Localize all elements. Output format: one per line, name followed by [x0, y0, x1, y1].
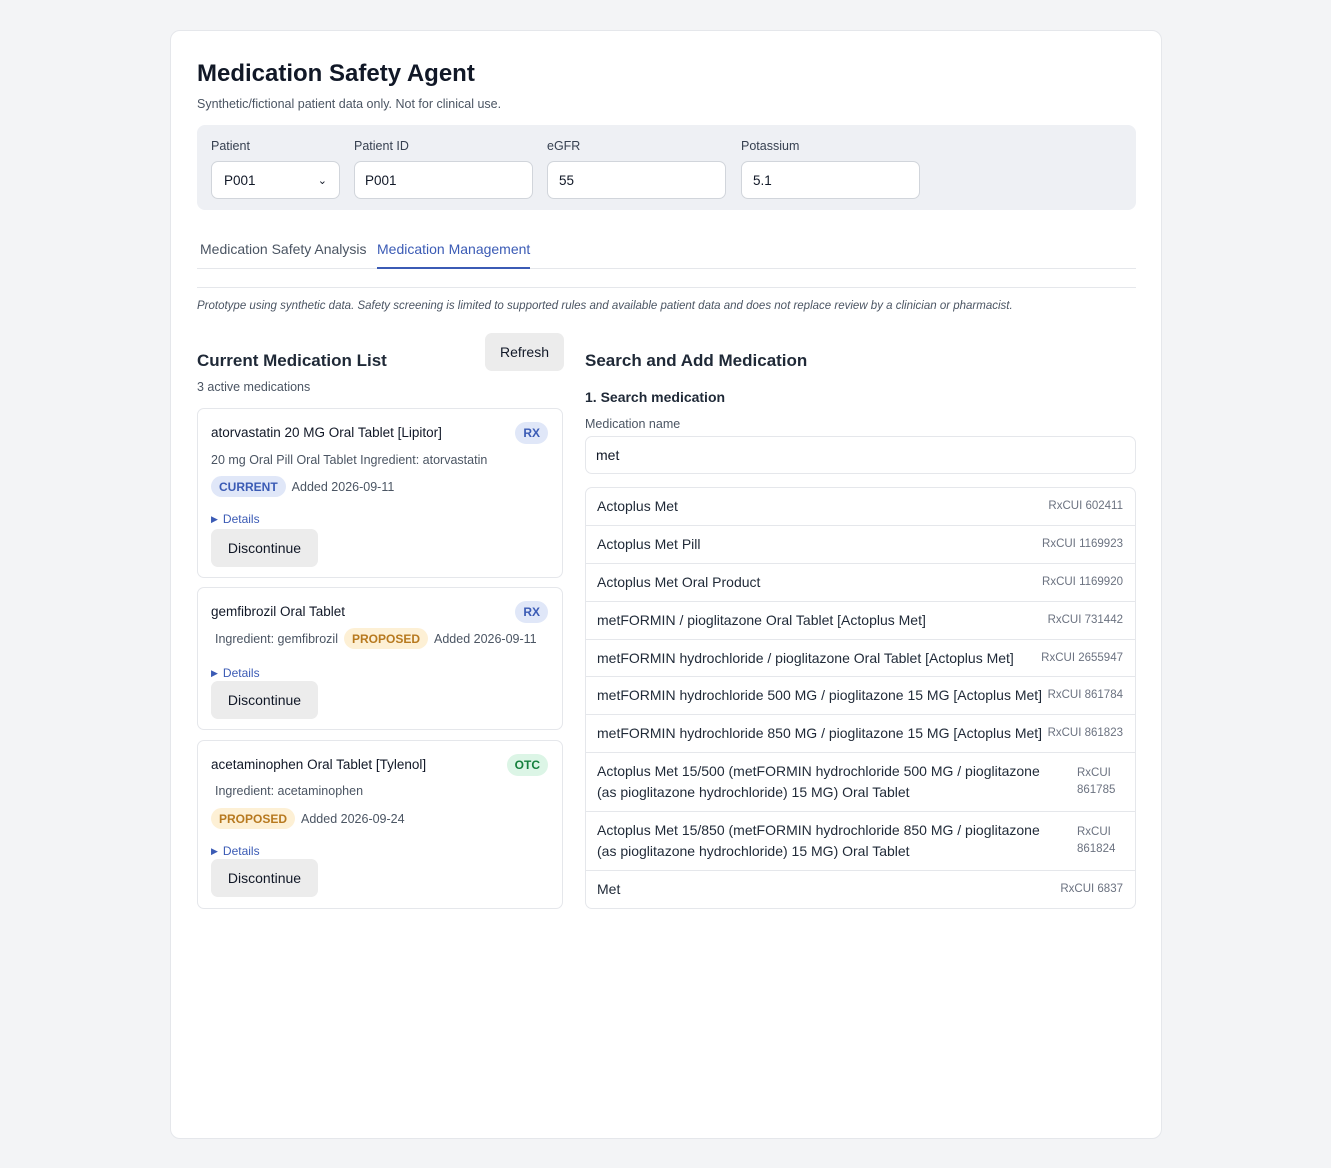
status-badge: PROPOSED: [343, 628, 428, 649]
tab-bar: Medication Safety Analysis Medication Ma…: [197, 239, 1136, 269]
page-title: Medication Safety Agent: [197, 60, 475, 87]
medication-card: atorvastatin 20 MG Oral Tablet [Lipitor]…: [197, 408, 563, 578]
patient-field: Patient P001 ⌄: [211, 139, 340, 199]
active-count: 3 active medications: [197, 380, 311, 394]
patient-id-input[interactable]: P001: [354, 161, 533, 199]
search-section-title: Search and Add Medication: [585, 351, 808, 370]
result-rxcui: RxCUI 1169923: [1042, 538, 1123, 550]
result-rxcui: RxCUI 861784: [1047, 689, 1123, 701]
result-name: Actoplus Met Pill: [597, 536, 701, 552]
medication-info: Ingredient: gemfibrozil: [215, 631, 338, 646]
search-result-item[interactable]: Actoplus Met RxCUI 602411: [586, 488, 1135, 526]
tab-medication-safety-analysis[interactable]: Medication Safety Analysis: [200, 241, 367, 269]
discontinue-button[interactable]: Discontinue: [211, 529, 318, 567]
added-date: Added 2026-09-11: [291, 479, 395, 494]
potassium-field: Potassium 5.1: [741, 139, 920, 199]
added-date: Added 2026-09-11: [434, 631, 537, 646]
result-rxcui: RxCUI 861824: [1077, 826, 1116, 855]
disclosure-triangle-icon: ▶: [211, 845, 218, 856]
discontinue-button[interactable]: Discontinue: [211, 681, 318, 719]
search-result-item[interactable]: Actoplus Met Oral Product RxCUI 1169920: [586, 564, 1135, 602]
search-step-label: 1. Search medication: [585, 389, 726, 405]
medication-card: acetaminophen Oral Tablet [Tylenol] OTC …: [197, 740, 563, 909]
search-result-item[interactable]: metFORMIN hydrochloride 850 MG / pioglit…: [586, 715, 1135, 753]
medication-status-line: PROPOSED Added 2026-09-24: [211, 808, 405, 829]
patient-label: Patient: [211, 139, 250, 153]
status-badge: PROPOSED: [211, 808, 296, 829]
search-result-item[interactable]: metFORMIN hydrochloride / pioglitazone O…: [586, 640, 1135, 677]
patient-id-label: Patient ID: [354, 139, 409, 153]
search-result-item[interactable]: Actoplus Met 15/850 (metFORMIN hydrochlo…: [586, 812, 1135, 871]
result-name: metFORMIN hydrochloride / pioglitazone O…: [597, 649, 1014, 666]
medication-info-line: Ingredient: gemfibrozil PROPOSED Added 2…: [215, 628, 537, 649]
chevron-down-icon: ⌄: [317, 174, 327, 187]
search-result-item[interactable]: metFORMIN / pioglitazone Oral Tablet [Ac…: [586, 602, 1135, 640]
egfr-input[interactable]: 55: [547, 161, 726, 199]
details-label: Details: [222, 666, 260, 680]
result-rxcui: RxCUI 602411: [1048, 500, 1123, 512]
search-result-item[interactable]: Met RxCUI 6837: [586, 871, 1135, 908]
medication-name: gemfibrozil Oral Tablet: [211, 604, 346, 619]
result-name: Met: [597, 881, 621, 897]
result-name: Actoplus Met 15/850 (metFORMIN hydrochlo…: [597, 822, 1040, 859]
egfr-label: eGFR: [547, 139, 581, 153]
disclosure-triangle-icon: ▶: [211, 513, 218, 524]
medication-search-input[interactable]: met: [585, 436, 1136, 474]
type-badge: OTC: [506, 754, 548, 776]
medication-name: atorvastatin 20 MG Oral Tablet [Lipitor]: [211, 425, 442, 440]
result-rxcui: RxCUI 2655947: [1041, 651, 1123, 664]
result-name: metFORMIN hydrochloride 500 MG / pioglit…: [597, 687, 1043, 703]
medication-name: acetaminophen Oral Tablet [Tylenol]: [211, 757, 427, 772]
medication-name-label: Medication name: [585, 417, 681, 431]
main-card: Medication Safety Agent Synthetic/fictio…: [170, 30, 1162, 1139]
result-rxcui: RxCUI 861785: [1077, 767, 1116, 796]
patient-id-field: Patient ID P001: [354, 139, 533, 199]
medication-info: 20 mg Oral Pill Oral Tablet Ingredient: …: [211, 453, 488, 467]
status-badge: CURRENT: [211, 476, 286, 497]
type-badge: RX: [515, 601, 548, 623]
result-name: Actoplus Met Oral Product: [597, 574, 761, 590]
result-rxcui: RxCUI 1169920: [1042, 576, 1123, 588]
details-toggle[interactable]: ▶ Details: [211, 844, 260, 858]
patient-select[interactable]: P001 ⌄: [211, 161, 340, 199]
page-subtitle: Synthetic/fictional patient data only. N…: [197, 97, 502, 111]
result-name: metFORMIN / pioglitazone Oral Tablet [Ac…: [597, 612, 926, 628]
details-toggle[interactable]: ▶ Details: [211, 666, 260, 680]
result-rxcui: RxCUI 861823: [1047, 727, 1123, 739]
disclosure-triangle-icon: ▶: [211, 667, 218, 678]
current-list-title: Current Medication List: [197, 351, 387, 370]
egfr-field: eGFR 55: [547, 139, 726, 199]
added-date: Added 2026-09-24: [301, 811, 405, 826]
result-name: Actoplus Met 15/500 (metFORMIN hydrochlo…: [597, 763, 1040, 800]
result-rxcui: RxCUI 6837: [1060, 883, 1123, 895]
search-result-item[interactable]: Actoplus Met Pill RxCUI 1169923: [586, 526, 1135, 564]
search-result-item[interactable]: Actoplus Met 15/500 (metFORMIN hydrochlo…: [586, 753, 1135, 812]
patient-select-value: P001: [224, 172, 256, 188]
patient-panel: Patient P001 ⌄ Patient ID P001 eGFR 55 P…: [197, 125, 1136, 210]
search-result-item[interactable]: metFORMIN hydrochloride 500 MG / pioglit…: [586, 677, 1135, 715]
type-badge: RX: [515, 422, 548, 444]
refresh-button[interactable]: Refresh: [485, 333, 564, 371]
discontinue-button[interactable]: Discontinue: [211, 859, 318, 897]
details-label: Details: [222, 512, 260, 526]
result-name: Actoplus Met: [597, 498, 678, 514]
search-results-list: Actoplus Met RxCUI 602411 Actoplus Met P…: [585, 487, 1136, 909]
medication-status-line: CURRENT Added 2026-09-11: [211, 476, 394, 497]
disclaimer: Prototype using synthetic data. Safety s…: [197, 300, 1013, 312]
medication-info: Ingredient: acetaminophen: [215, 784, 364, 798]
details-label: Details: [222, 844, 260, 858]
divider: [197, 287, 1136, 288]
potassium-input[interactable]: 5.1: [741, 161, 920, 199]
result-rxcui: RxCUI 731442: [1047, 614, 1123, 626]
details-toggle[interactable]: ▶ Details: [211, 512, 260, 526]
medication-card: gemfibrozil Oral Tablet RX Ingredient: g…: [197, 587, 563, 730]
result-name: metFORMIN hydrochloride 850 MG / pioglit…: [597, 725, 1043, 741]
tab-medication-management[interactable]: Medication Management: [377, 241, 531, 269]
potassium-label: Potassium: [741, 139, 800, 153]
